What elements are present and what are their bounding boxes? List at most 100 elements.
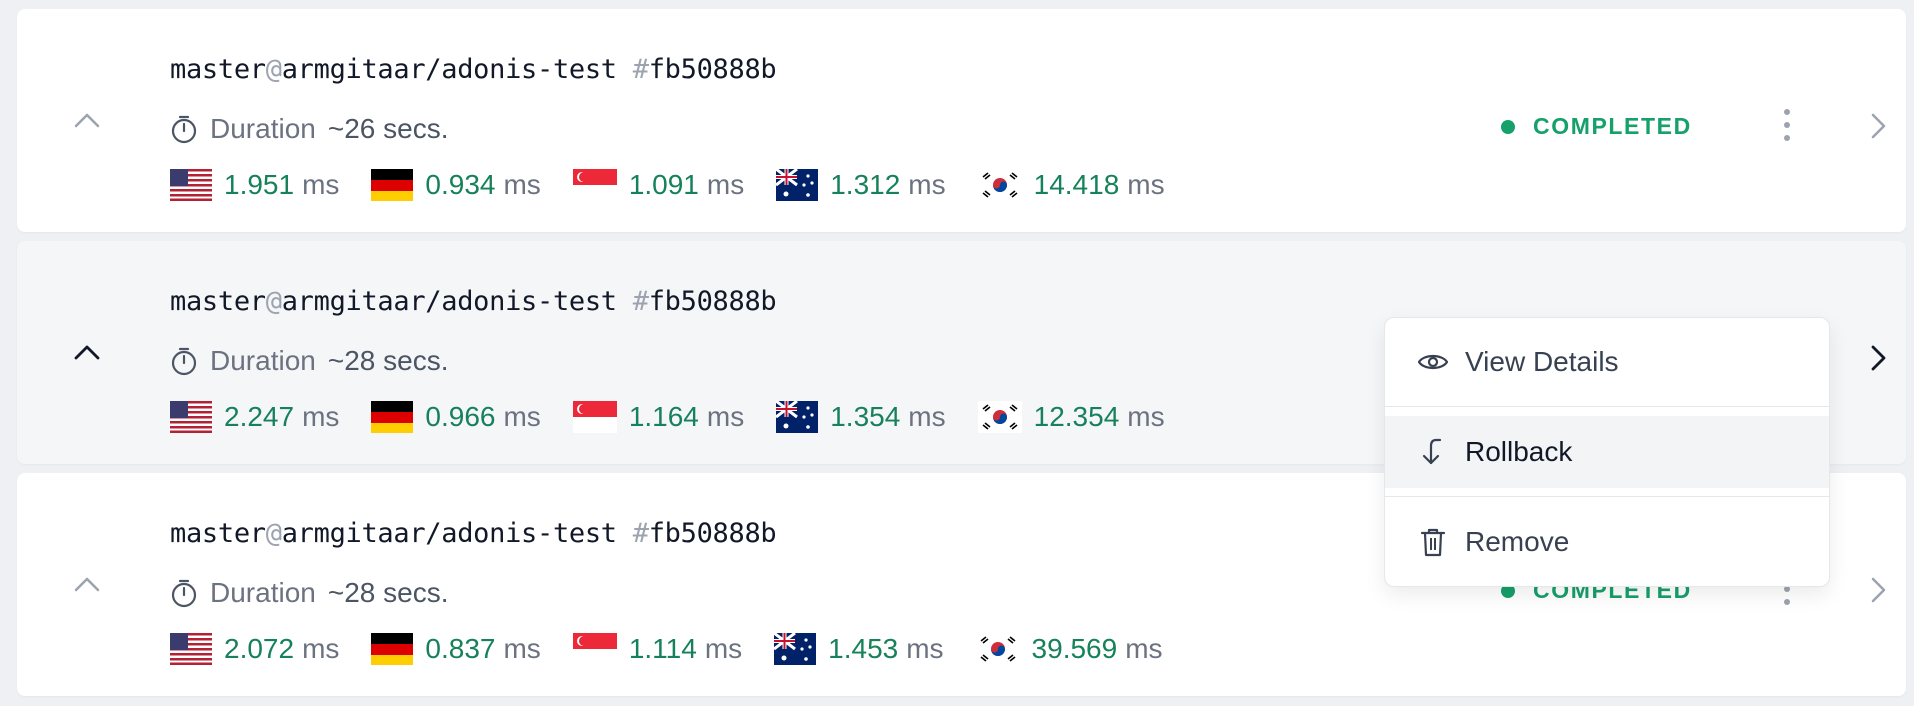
stopwatch-icon (171, 115, 197, 144)
stopwatch-icon (171, 579, 197, 608)
latency-value: 2.072 (224, 633, 295, 664)
metric-kr: 12.354 ms (977, 401, 1165, 433)
us-flag-icon (170, 169, 212, 201)
latency-unit: ms (906, 633, 944, 664)
metric-kr: 14.418 ms (977, 169, 1165, 201)
latency-unit: ms (503, 169, 541, 200)
menu-item-label: Remove (1465, 526, 1570, 557)
open-details-button[interactable] (1863, 575, 1893, 605)
hash-symbol: # (632, 54, 649, 85)
branch-name: master (170, 518, 266, 549)
latency-unit: ms (503, 633, 541, 664)
rollback-icon (1417, 437, 1449, 467)
duration-value: ~28 secs. (327, 345, 449, 376)
latency-unit: ms (1127, 401, 1165, 432)
metric-us: 1.951 ms (170, 169, 339, 201)
metric-sg: 1.091 ms (572, 169, 745, 201)
repo-ref: master@armgitaar/adonis-test #fb50888b (170, 518, 777, 549)
commit-hash: fb50888b (648, 518, 777, 549)
sg-flag-icon (572, 633, 617, 665)
stopwatch-icon (171, 347, 197, 376)
status-badge: COMPLETED (1501, 113, 1692, 140)
repo-path: armgitaar/adonis-test (281, 518, 617, 549)
menu-item-label: Rollback (1465, 436, 1573, 467)
latency-value: 0.837 (425, 633, 496, 664)
duration-value: ~26 secs. (327, 113, 449, 144)
status-dot (1501, 119, 1515, 134)
duration-value: ~28 secs. (327, 577, 449, 608)
de-flag-icon (371, 169, 414, 201)
collapse-toggle[interactable] (67, 337, 107, 367)
more-options-icon[interactable] (1775, 105, 1799, 145)
eye-icon (1417, 351, 1449, 373)
latency-unit: ms (1125, 633, 1163, 664)
repo-ref: master@armgitaar/adonis-test #fb50888b (170, 54, 777, 85)
menu-item-remove[interactable]: Remove (1385, 506, 1829, 578)
latency-unit: ms (908, 401, 946, 432)
status-label: COMPLETED (1533, 113, 1692, 139)
duration-label: Duration (210, 345, 316, 376)
metric-de: 0.966 ms (371, 401, 541, 433)
at-separator: @ (265, 286, 282, 317)
latency-value: 1.164 (628, 401, 699, 432)
kr-flag-icon (977, 169, 1022, 201)
context-menu: View Details Rollback Remove (1384, 317, 1830, 587)
chevron-up-icon (74, 577, 100, 592)
latency-unit: ms (704, 633, 743, 664)
collapse-toggle[interactable] (67, 105, 107, 135)
collapse-toggle[interactable] (67, 569, 107, 599)
repo-path: armgitaar/adonis-test (281, 54, 617, 85)
menu-item-label: View Details (1465, 346, 1619, 377)
repo-path: armgitaar/adonis-test (281, 286, 617, 317)
hash-symbol: # (632, 518, 649, 549)
latency-unit: ms (706, 401, 745, 432)
metric-sg: 1.114 ms (572, 633, 743, 665)
metric-au: 1.312 ms (776, 169, 946, 201)
duration: Duration ~28 secs. (170, 577, 448, 609)
commit-hash: fb50888b (648, 286, 777, 317)
trash-icon (1417, 527, 1449, 557)
deployment-row[interactable]: master@armgitaar/adonis-test #fb50888b D… (17, 9, 1906, 232)
duration-label: Duration (210, 577, 316, 608)
latency-value: 12.354 (1033, 401, 1120, 432)
metric-au: 1.354 ms (776, 401, 946, 433)
latency-unit: ms (1127, 169, 1165, 200)
menu-item-view-details[interactable]: View Details (1385, 326, 1829, 398)
sg-flag-icon (572, 401, 617, 433)
duration: Duration ~26 secs. (170, 113, 448, 145)
menu-divider (1385, 406, 1829, 407)
kr-flag-icon (977, 401, 1022, 433)
open-details-button[interactable] (1863, 343, 1893, 373)
open-details-button[interactable] (1863, 111, 1893, 141)
metric-sg: 1.164 ms (572, 401, 745, 433)
latency-unit: ms (302, 169, 340, 200)
chevron-up-icon (74, 345, 100, 360)
chevron-right-icon (1871, 345, 1886, 371)
au-flag-icon (776, 169, 819, 201)
duration: Duration ~28 secs. (170, 345, 448, 377)
latency-value: 1.951 (224, 169, 295, 200)
region-latencies: 2.072 ms 0.837 ms 1.114 ms 1.453 ms 39.569 ms (170, 633, 1195, 665)
branch-name: master (170, 286, 266, 317)
chevron-right-icon (1871, 113, 1886, 139)
chevron-right-icon (1871, 577, 1886, 603)
branch-name: master (170, 54, 266, 85)
at-separator: @ (265, 518, 282, 549)
metric-kr: 39.569 ms (975, 633, 1163, 665)
sg-flag-icon (572, 169, 617, 201)
latency-unit: ms (706, 169, 745, 200)
metric-de: 0.934 ms (371, 169, 541, 201)
region-latencies: 2.247 ms 0.966 ms 1.164 ms 1.354 ms 12.354 ms (170, 401, 1197, 433)
metric-au: 1.453 ms (774, 633, 944, 665)
latency-value: 2.247 (224, 401, 295, 432)
latency-value: 14.418 (1033, 169, 1120, 200)
metric-us: 2.072 ms (170, 633, 339, 665)
au-flag-icon (776, 401, 819, 433)
menu-item-rollback[interactable]: Rollback (1385, 416, 1829, 488)
us-flag-icon (170, 633, 212, 665)
latency-value: 1.453 (828, 633, 899, 664)
duration-label: Duration (210, 113, 316, 144)
menu-divider (1385, 496, 1829, 497)
latency-value: 1.114 (628, 633, 697, 664)
latency-value: 39.569 (1031, 633, 1118, 664)
